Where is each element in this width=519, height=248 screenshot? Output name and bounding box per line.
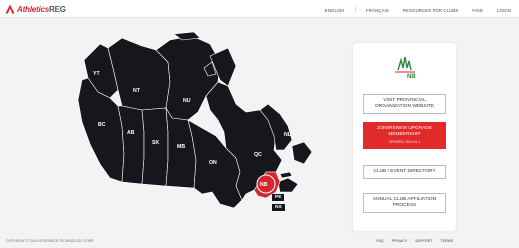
footer: COPYRIGHT © 2024 UPSOURCE TECHNOLOGY COR… bbox=[0, 236, 519, 248]
athletics-nb-logo: NB bbox=[389, 54, 421, 80]
organization-panel: NB VISIT PROVINCIAL ORGANIZATION WEBSITE… bbox=[353, 43, 456, 231]
province-ns[interactable] bbox=[277, 177, 299, 193]
footer-link-terms[interactable]: TERMS bbox=[440, 239, 453, 243]
province-pe[interactable] bbox=[279, 171, 293, 179]
label-bc: BC bbox=[98, 122, 106, 128]
label-pe[interactable]: PE bbox=[272, 194, 285, 201]
join-renew-updated: UPDATED: 2024-01-1 bbox=[388, 140, 421, 144]
footer-link-privacy[interactable]: PRIVACY bbox=[392, 239, 408, 243]
label-qc: QC bbox=[254, 152, 262, 158]
visit-provincial-website-button[interactable]: VISIT PROVINCIAL ORGANIZATION WEBSITE bbox=[363, 94, 446, 114]
label-sk: SK bbox=[152, 140, 159, 146]
footer-copyright[interactable]: COPYRIGHT © 2024 UPSOURCE TECHNOLOGY COR… bbox=[6, 239, 94, 243]
club-event-directory-button[interactable]: CLUB / EVENT DIRECTORY bbox=[363, 165, 446, 179]
nav-login[interactable]: LOGIN bbox=[497, 8, 511, 13]
footer-links: FAQ PRIVACY SUPPORT TERMS bbox=[368, 239, 453, 243]
label-nl: NL bbox=[284, 132, 292, 138]
join-renew-label: JOIN/RENEW UPGRADE MEMBERSHIP bbox=[376, 126, 433, 137]
label-ab: AB bbox=[127, 130, 135, 136]
label-nu: NU bbox=[183, 98, 191, 104]
nav-separator: | bbox=[354, 7, 357, 13]
label-nt: NT bbox=[133, 88, 141, 94]
header-nav: ENGLISH | FRANÇAIS RESOURCES FOR CLUBS F… bbox=[311, 7, 511, 13]
label-yt: YT bbox=[93, 71, 100, 77]
province-bc[interactable] bbox=[77, 77, 125, 183]
org-logo-text: NB bbox=[407, 74, 416, 80]
nav-english[interactable]: ENGLISH bbox=[325, 8, 345, 13]
province-sk[interactable] bbox=[141, 107, 169, 187]
canada-province-map: YT NT NU BC AB SK MB ON QC NL NB bbox=[77, 32, 313, 209]
footer-link-faq[interactable]: FAQ bbox=[376, 239, 383, 243]
label-nb: NB bbox=[260, 182, 268, 188]
annual-club-affiliation-button[interactable]: ANNUAL CLUB AFFILIATION PROCESS bbox=[363, 193, 446, 213]
logo-text-suffix: REG bbox=[49, 4, 66, 14]
province-nl-island[interactable] bbox=[291, 141, 313, 165]
athleticsreg-logo[interactable]: AthleticsREG bbox=[5, 4, 66, 14]
label-on: ON bbox=[209, 160, 217, 166]
top-navigation-bar: AthleticsREG ENGLISH | FRANÇAIS RESOURCE… bbox=[0, 0, 519, 18]
label-mb: MB bbox=[177, 144, 185, 150]
nav-resources-for-clubs[interactable]: RESOURCES FOR CLUBS bbox=[403, 8, 458, 13]
athlete-icon bbox=[5, 4, 15, 14]
footer-link-support[interactable]: SUPPORT bbox=[415, 239, 432, 243]
runner-icon: NB bbox=[395, 56, 416, 80]
logo-text-main: Athletics bbox=[17, 4, 49, 14]
nav-find[interactable]: FIND bbox=[472, 8, 483, 13]
label-ns[interactable]: NS bbox=[272, 204, 285, 211]
join-renew-membership-button[interactable]: JOIN/RENEW UPGRADE MEMBERSHIP UPDATED: 2… bbox=[363, 122, 446, 149]
nav-francais[interactable]: FRANÇAIS bbox=[366, 8, 389, 13]
